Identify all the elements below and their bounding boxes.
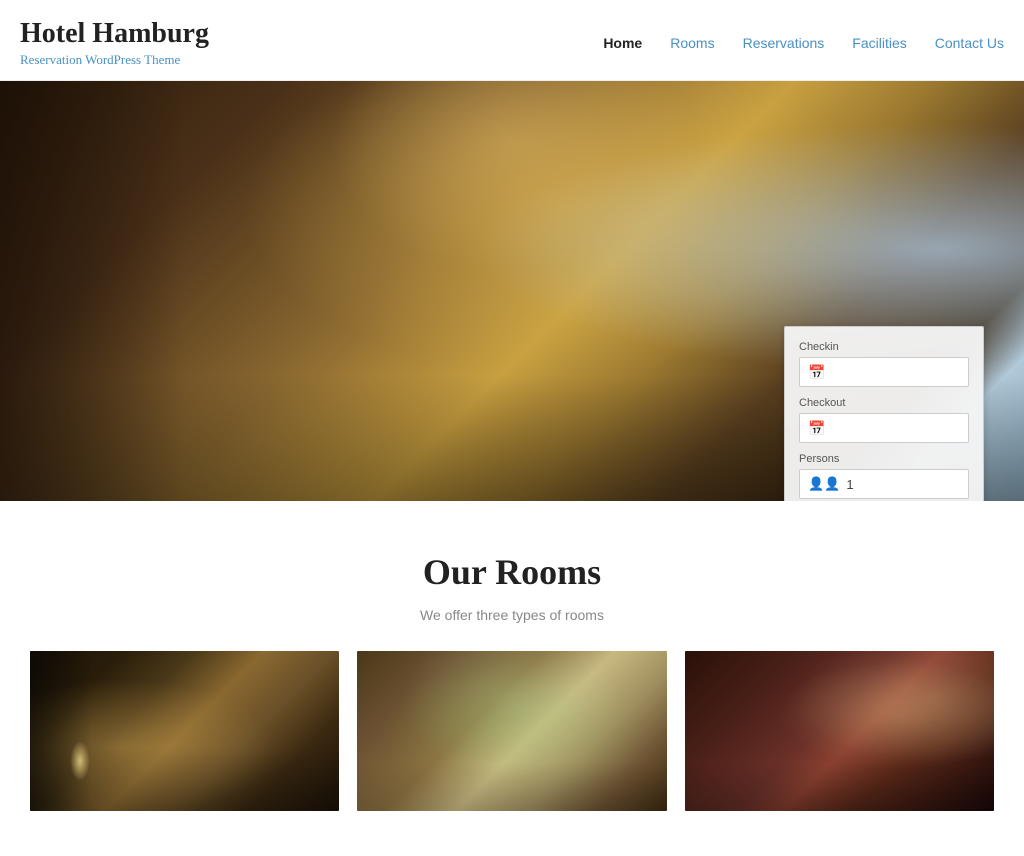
room-card-2[interactable] [357,651,666,811]
checkout-label: Checkout [799,397,969,409]
checkin-input[interactable] [831,365,960,380]
nav-facilities[interactable]: Facilities [852,35,906,51]
main-nav: Home Rooms Reservations Facilities Conta… [603,35,1004,51]
persons-field: Persons 👤👤 [799,453,969,499]
site-title: Hotel Hamburg [20,18,209,50]
checkout-calendar-icon: 📅 [808,420,825,437]
persons-input-wrapper[interactable]: 👤👤 [799,469,969,499]
room-cards-container [20,651,1004,811]
hero-section: Checkin 📅 Checkout 📅 Persons 👤👤 Check av… [0,81,1024,501]
reservation-widget: Checkin 📅 Checkout 📅 Persons 👤👤 Check av… [784,326,984,501]
persons-icon: 👤👤 [808,476,840,492]
rooms-title: Our Rooms [20,551,1004,593]
checkin-label: Checkin [799,341,969,353]
nav-home[interactable]: Home [603,35,642,51]
persons-input[interactable] [846,477,960,492]
lamp-light-decoration [70,741,90,781]
nav-reservations[interactable]: Reservations [743,35,825,51]
logo-area: Hotel Hamburg Reservation WordPress Them… [20,18,209,68]
rooms-subtitle: We offer three types of rooms [20,607,1004,623]
rooms-section: Our Rooms We offer three types of rooms [0,501,1024,841]
checkin-field: Checkin 📅 [799,341,969,387]
persons-label: Persons [799,453,969,465]
checkin-input-wrapper[interactable]: 📅 [799,357,969,387]
nav-rooms[interactable]: Rooms [670,35,714,51]
checkin-calendar-icon: 📅 [808,364,825,381]
checkout-input[interactable] [831,421,960,436]
room-card-3[interactable] [685,651,994,811]
room-card-1[interactable] [30,651,339,811]
checkout-input-wrapper[interactable]: 📅 [799,413,969,443]
nav-contact[interactable]: Contact Us [935,35,1004,51]
site-header: Hotel Hamburg Reservation WordPress Them… [0,0,1024,81]
site-subtitle: Reservation WordPress Theme [20,52,209,68]
checkout-field: Checkout 📅 [799,397,969,443]
